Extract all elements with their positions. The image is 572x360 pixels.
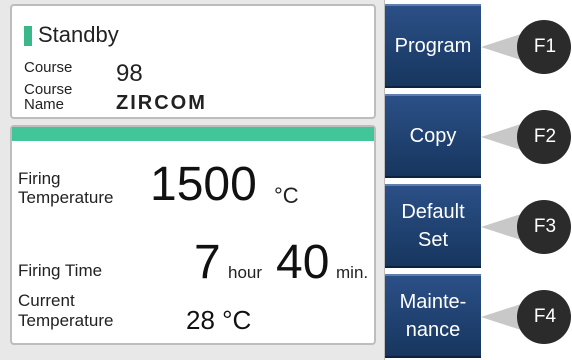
function-key-column: Program F1 Copy F2 Default Set F3 Mainte… xyxy=(385,0,572,360)
copy-key[interactable]: Copy xyxy=(385,94,481,178)
firing-temperature-label-line2: Temperature xyxy=(18,188,114,207)
firing-time-label: Firing Time xyxy=(18,261,103,280)
standby-indicator xyxy=(24,26,32,46)
maintenance-key-label-line2: nance xyxy=(405,319,461,341)
default-set-key[interactable]: Default Set xyxy=(385,184,481,268)
firing-panel: Firing Temperature 1500 °C Firing Time 7… xyxy=(10,125,376,345)
course-name-label-line1: Course xyxy=(24,81,73,98)
program-key-label: Program xyxy=(394,35,472,57)
f4-label: F4 xyxy=(533,306,557,327)
controller-screen: Standby Course 98 Course Name ZIRCOM Fir… xyxy=(0,0,572,360)
course-value: 98 xyxy=(116,60,143,87)
default-set-key-label-line2: Set xyxy=(417,229,449,251)
f2-label: F2 xyxy=(533,126,557,147)
default-set-key-label-line1: Default xyxy=(401,201,465,223)
f3-label: F3 xyxy=(533,216,557,237)
f4-button[interactable]: F4 xyxy=(481,282,571,352)
copy-key-label: Copy xyxy=(409,125,457,147)
firing-temperature-label-line1: Firing xyxy=(18,169,61,188)
program-key[interactable]: Program xyxy=(385,4,481,88)
firing-time-hours-value: 7 xyxy=(194,236,221,289)
f3-button[interactable]: F3 xyxy=(481,192,571,262)
maintenance-key[interactable]: Mainte- nance xyxy=(385,274,481,358)
course-name-label-line2: Name xyxy=(24,96,65,113)
current-temperature-label-line2: Temperature xyxy=(18,311,114,330)
course-name-value: ZIRCOM xyxy=(116,92,207,114)
f1-label: F1 xyxy=(533,36,557,57)
course-label: Course xyxy=(24,59,73,76)
firing-temperature-unit: °C xyxy=(274,183,299,208)
current-temperature-value: 28 °C xyxy=(186,305,252,335)
firing-time-minutes-unit: min. xyxy=(336,263,369,282)
status-panel: Standby Course 98 Course Name ZIRCOM xyxy=(10,4,376,119)
f2-button[interactable]: F2 xyxy=(481,102,571,172)
maintenance-key-label-line1: Mainte- xyxy=(399,291,467,313)
display-area: Standby Course 98 Course Name ZIRCOM Fir… xyxy=(0,0,385,360)
progress-bar xyxy=(12,127,374,141)
current-temperature-label-line1: Current xyxy=(18,291,75,310)
firing-time-minutes-value: 40 xyxy=(276,236,330,289)
f1-button[interactable]: F1 xyxy=(481,12,571,82)
firing-temperature-value: 1500 xyxy=(150,158,257,211)
status-text: Standby xyxy=(38,22,119,47)
firing-time-hours-unit: hour xyxy=(228,263,263,282)
